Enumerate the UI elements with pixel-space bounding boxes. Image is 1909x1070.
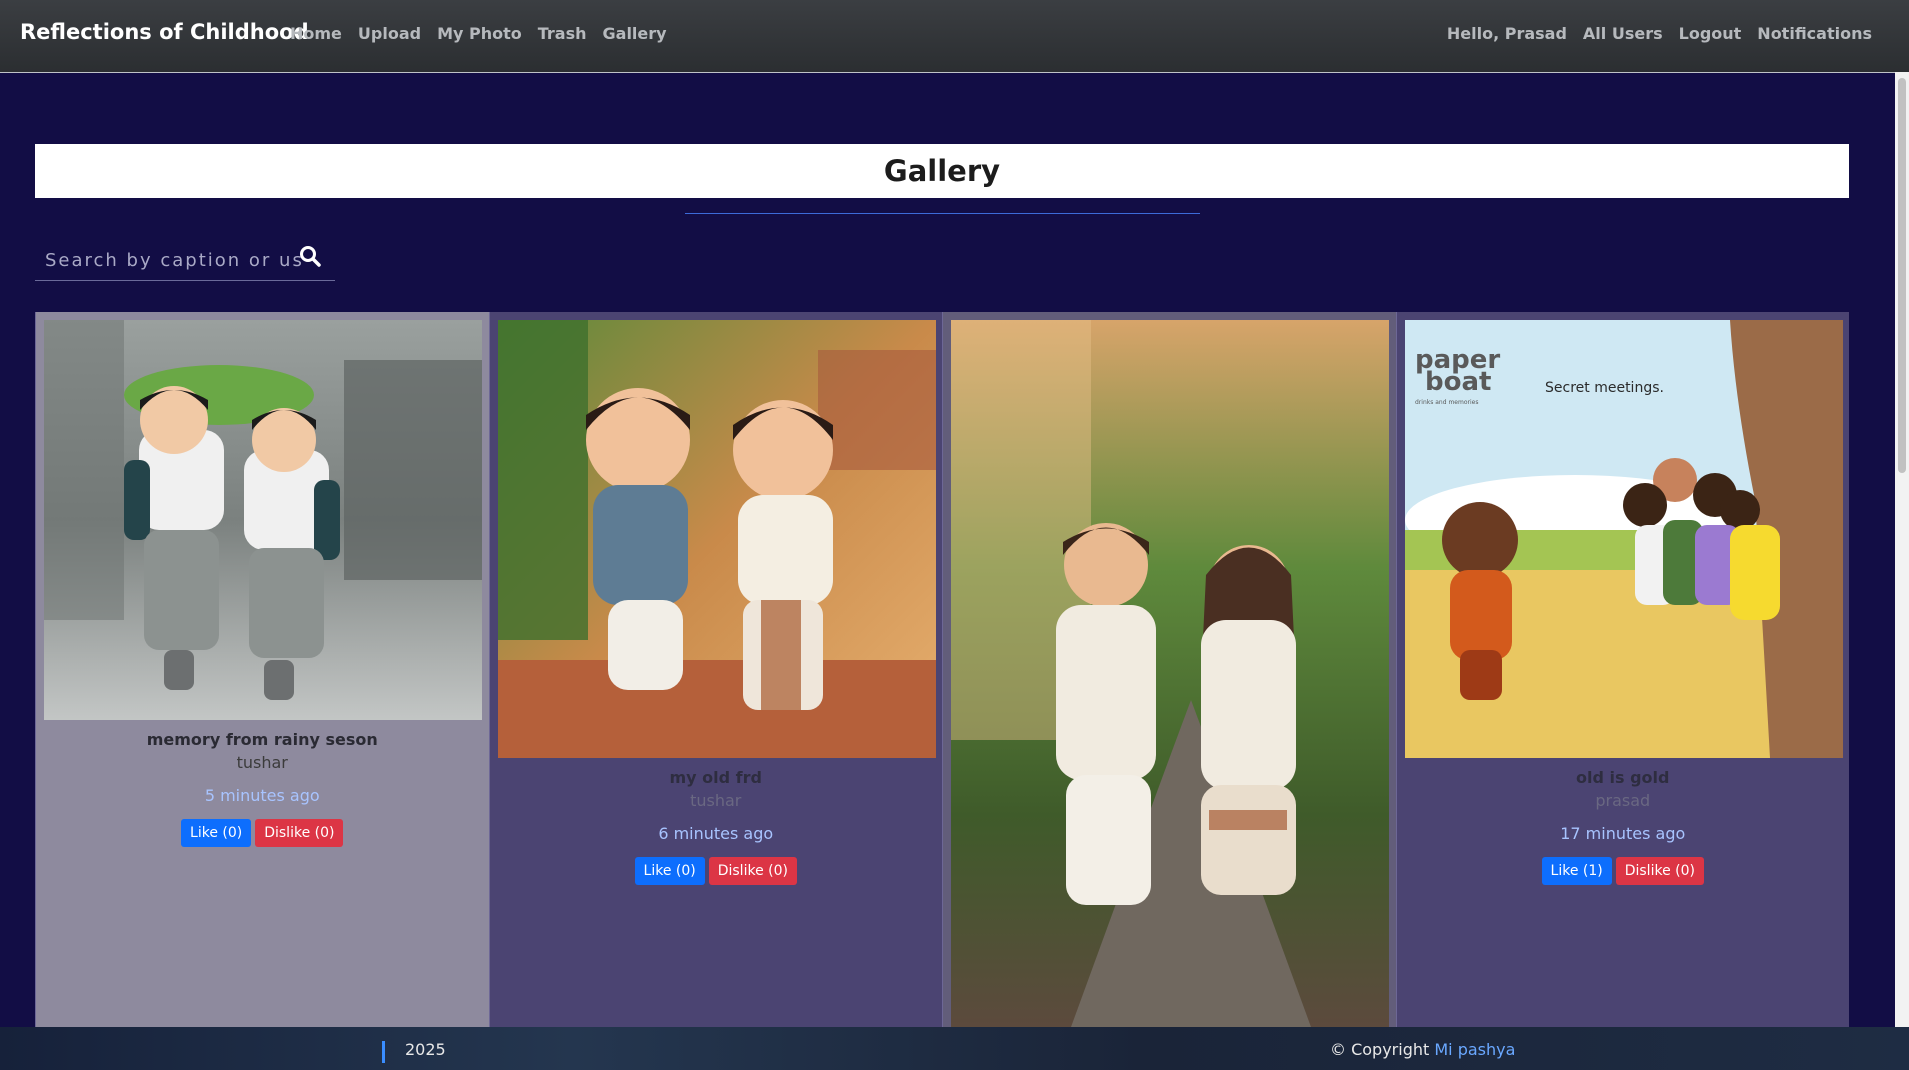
reaction-buttons: Like (1) Dislike (0): [1397, 857, 1850, 885]
search-box: [35, 238, 335, 281]
reaction-buttons: Like (0) Dislike (0): [36, 819, 489, 847]
gallery-header: Gallery: [35, 144, 1849, 198]
nav-gallery-link[interactable]: Gallery: [603, 24, 667, 43]
reaction-buttons: Like (0) Dislike (0): [490, 857, 943, 885]
copyright-text: © Copyright: [1330, 1040, 1430, 1059]
photo-card: my old frd tushar 6 minutes ago Like (0)…: [488, 312, 943, 1027]
nav-my-photo-link[interactable]: My Photo: [437, 24, 522, 43]
nav-notifications-link[interactable]: Notifications: [1757, 24, 1872, 43]
card-meta: my old frd tushar 6 minutes ago Like (0)…: [490, 768, 943, 885]
search-icon[interactable]: [298, 244, 322, 268]
photo-author: prasad: [1595, 791, 1651, 810]
photo-timestamp: 17 minutes ago: [1560, 824, 1686, 843]
nav-all-users-link[interactable]: All Users: [1583, 24, 1663, 43]
photo-image[interactable]: [497, 320, 936, 758]
scrollbar-thumb[interactable]: [1898, 78, 1906, 473]
photo-author: tushar: [236, 753, 288, 772]
paper-boat-illustration: paper boat drinks and memories Secret me…: [1404, 320, 1843, 758]
nav-left: Home Upload My Photo Trash Gallery: [290, 24, 667, 43]
title-underline: [685, 213, 1200, 214]
photo-card: [942, 312, 1396, 1027]
photo-timestamp: 6 minutes ago: [658, 824, 774, 843]
like-button[interactable]: Like (0): [634, 857, 705, 885]
paper-boat-logo-sub: drinks and memories: [1415, 399, 1478, 406]
nav-right: Hello, Prasad All Users Logout Notificat…: [1447, 24, 1872, 43]
photo-grid: memory from rainy seson tushar 5 minutes…: [35, 312, 1849, 1027]
footer-year: 2025: [405, 1040, 446, 1059]
copyright-author-link[interactable]: Mi pashya: [1434, 1040, 1515, 1059]
walking-friends-photo: [951, 320, 1389, 1027]
photo-caption: old is gold: [1576, 768, 1670, 787]
photo-caption: memory from rainy seson: [146, 730, 378, 749]
photo-author: tushar: [690, 791, 742, 810]
like-button[interactable]: Like (0): [181, 819, 252, 847]
illustration-tagline: Secret meetings.: [1545, 380, 1664, 396]
brand-title[interactable]: Reflections of Childhood: [20, 20, 309, 44]
footer: 2025 © Copyright Mi pashya: [0, 1027, 1909, 1070]
card-meta: old is gold prasad 17 minutes ago Like (…: [1397, 768, 1850, 885]
dislike-button[interactable]: Dislike (0): [255, 819, 344, 847]
card-meta: memory from rainy seson tushar 5 minutes…: [36, 730, 489, 847]
photo-caption: my old frd: [669, 768, 762, 787]
photo-timestamp: 5 minutes ago: [204, 786, 320, 805]
paper-boat-logo-line2: boat: [1425, 367, 1491, 397]
footer-accent-bar: [382, 1041, 385, 1063]
photo-card: memory from rainy seson tushar 5 minutes…: [35, 312, 489, 1027]
gallery-title: Gallery: [883, 154, 1001, 188]
nav-logout-link[interactable]: Logout: [1679, 24, 1742, 43]
photo-image[interactable]: [951, 320, 1389, 1027]
village-friends-photo: [497, 320, 936, 758]
nav-upload-link[interactable]: Upload: [358, 24, 421, 43]
photo-image[interactable]: [44, 320, 482, 720]
photo-image[interactable]: paper boat drinks and memories Secret me…: [1404, 320, 1843, 758]
dislike-button[interactable]: Dislike (0): [1615, 857, 1704, 885]
like-button[interactable]: Like (1): [1541, 857, 1612, 885]
rainy-day-photo: [44, 320, 482, 720]
top-navbar: Reflections of Childhood Home Upload My …: [0, 0, 1909, 73]
nav-home-link[interactable]: Home: [290, 24, 342, 43]
dislike-button[interactable]: Dislike (0): [708, 857, 797, 885]
nav-user-greeting[interactable]: Hello, Prasad: [1447, 24, 1567, 43]
nav-trash-link[interactable]: Trash: [538, 24, 587, 43]
search-input[interactable]: [43, 244, 335, 276]
photo-card: paper boat drinks and memories Secret me…: [1395, 312, 1850, 1027]
footer-copyright: © Copyright Mi pashya: [1330, 1040, 1515, 1059]
